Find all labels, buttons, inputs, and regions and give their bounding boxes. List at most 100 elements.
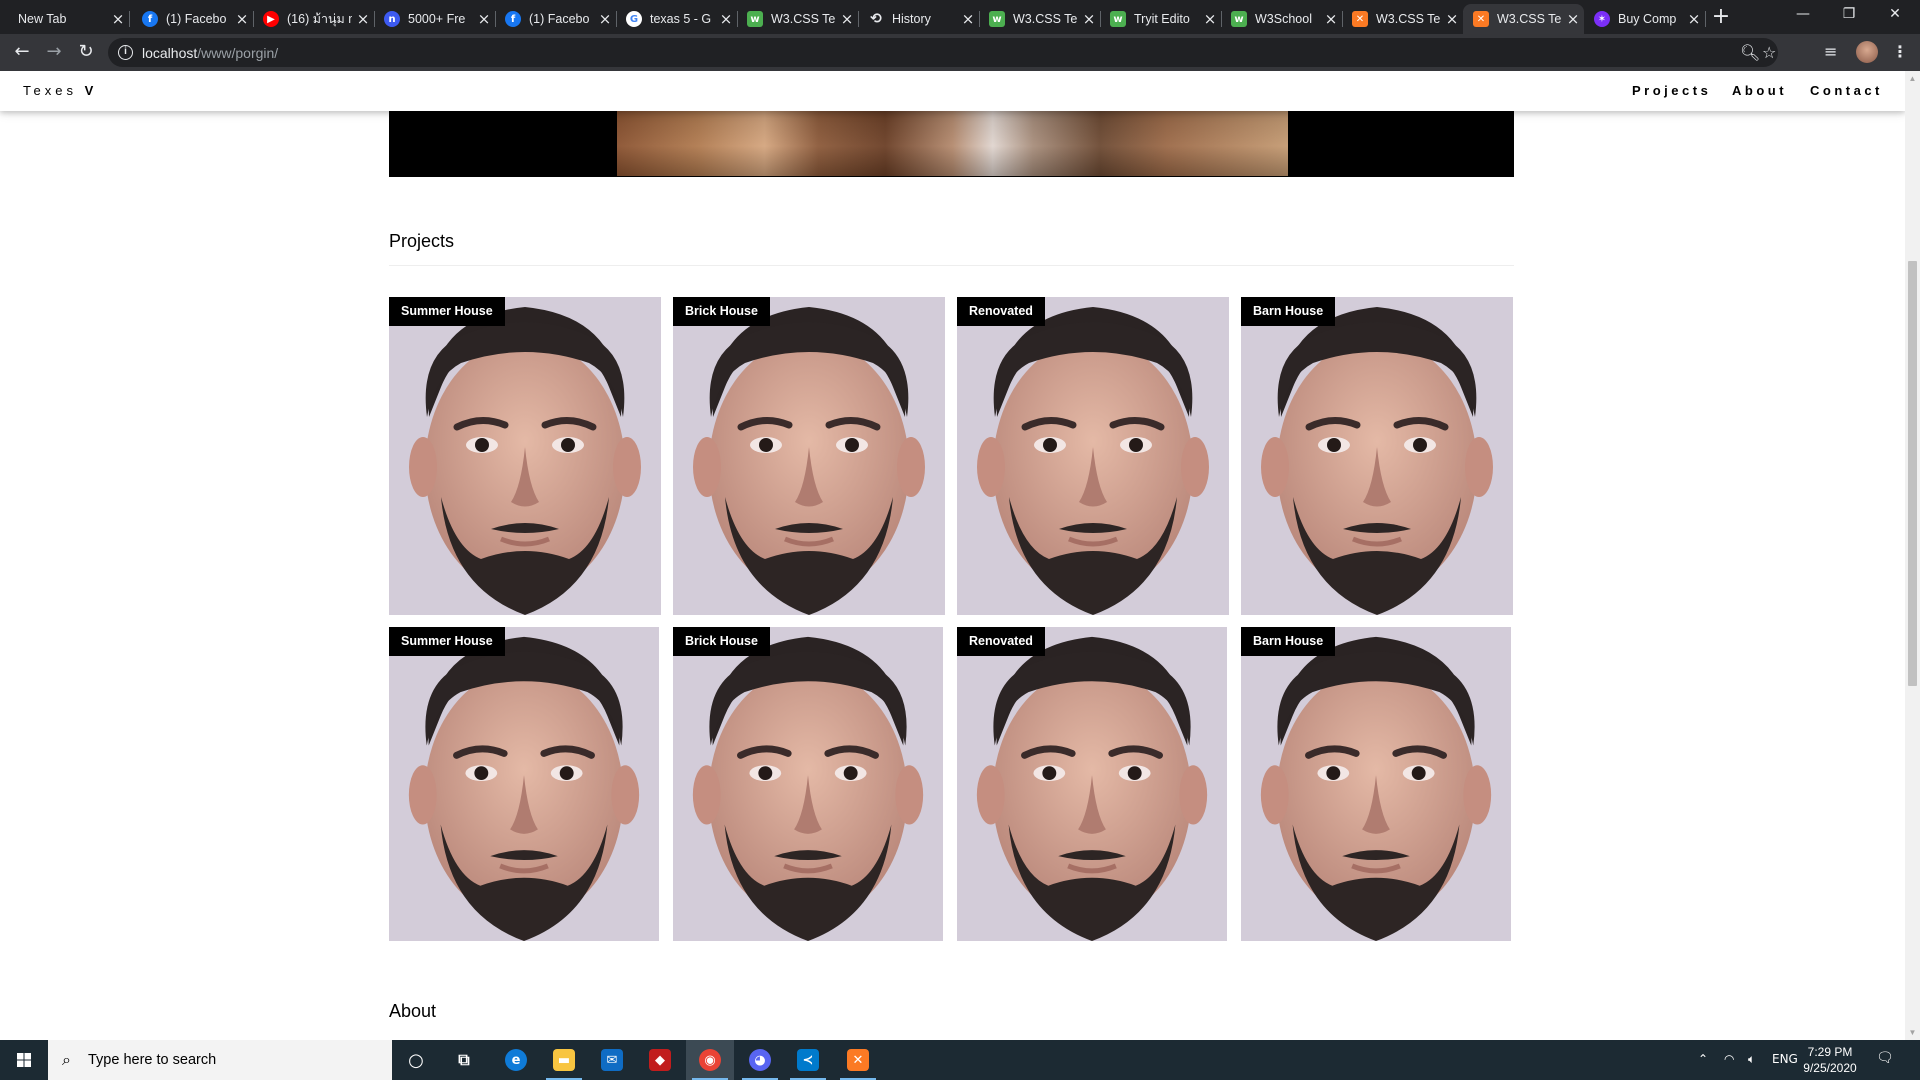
project-card[interactable]: Brick House [673, 297, 945, 615]
chrome-icon: ◉ [699, 1049, 721, 1071]
portrait-photo [957, 297, 1229, 615]
start-button[interactable] [0, 1040, 48, 1080]
tab-close-icon[interactable]: × [1320, 10, 1342, 28]
browser-tab[interactable]: ✶ Buy Comp × [1584, 4, 1706, 34]
nav-link-contact[interactable]: Contact [1810, 83, 1883, 98]
taskbar-app[interactable]: ⧉ [440, 1040, 488, 1080]
browser-tab[interactable]: w Tryit Edito × [1100, 4, 1222, 34]
tab-close-icon[interactable]: × [1078, 10, 1100, 28]
taskbar-app[interactable]: ◆ [636, 1040, 684, 1080]
close-window-button[interactable]: ✕ [1872, 0, 1918, 30]
media-controls-icon[interactable]: ≡ [1824, 42, 1837, 61]
tab-close-icon[interactable]: × [836, 10, 858, 28]
project-card-label: Renovated [957, 627, 1045, 656]
project-card[interactable]: Summer House [389, 297, 661, 615]
address-url[interactable]: localhost/www/porgin/ [142, 45, 278, 61]
browser-tab[interactable]: ⟲ History × [858, 4, 980, 34]
project-card-label: Summer House [389, 627, 505, 656]
browser-tab[interactable]: w W3School × [1221, 4, 1343, 34]
site-info-icon[interactable]: i [118, 45, 133, 60]
menu-kebab-icon[interactable]: ⋮ [1892, 42, 1908, 61]
tab-close-icon[interactable]: × [1683, 10, 1705, 28]
w3schools-icon: w [1110, 11, 1126, 27]
browser-tab[interactable]: w W3.CSS Te × [737, 4, 859, 34]
tab-close-icon[interactable]: × [1441, 10, 1463, 28]
mail-icon: ✉ [601, 1049, 623, 1071]
browser-tab[interactable]: Gtexas 5 - G × [616, 4, 738, 34]
youtube-icon: ▶ [263, 11, 279, 27]
taskbar-app[interactable]: ◉ [686, 1040, 734, 1080]
nav-link-projects[interactable]: Projects [1632, 83, 1711, 98]
browser-tab[interactable]: ✕ W3.CSS Te × [1342, 4, 1464, 34]
profile-avatar[interactable] [1856, 41, 1878, 63]
browser-tab[interactable]: f (1) Facebo × [132, 4, 254, 34]
portrait-photo [673, 297, 945, 615]
tab-title: History [892, 12, 931, 26]
new-tab-button[interactable]: + [1709, 6, 1733, 30]
vscode-icon: ≺ [797, 1049, 819, 1071]
project-card[interactable]: Renovated [957, 627, 1227, 941]
taskbar-app[interactable]: ◕ [736, 1040, 784, 1080]
game-app-icon: ◆ [649, 1049, 671, 1071]
tab-title: (16) ม้านุ่ม n [287, 12, 352, 26]
tab-close-icon[interactable]: × [1199, 10, 1221, 28]
project-card[interactable]: Summer House [389, 627, 659, 941]
clock-time: 7:29 PM [1807, 1045, 1853, 1059]
taskbar-app[interactable]: ✉ [588, 1040, 636, 1080]
reload-button[interactable]: ↻ [72, 39, 100, 67]
taskbar-search-box[interactable]: ⌕ Type here to search [48, 1040, 392, 1080]
forward-button[interactable]: → [40, 39, 68, 67]
project-card[interactable]: Barn House [1241, 627, 1511, 941]
show-hidden-icons-chevron-icon[interactable]: ⌃ [1698, 1052, 1708, 1066]
tab-title: W3.CSS Te [1376, 12, 1441, 26]
tab-close-icon[interactable]: × [352, 10, 374, 28]
tab-close-icon[interactable]: × [715, 10, 737, 28]
taskbar-app[interactable]: ✕ [834, 1040, 882, 1080]
nav-link-about[interactable]: About [1732, 83, 1787, 98]
project-card[interactable]: Brick House [673, 627, 943, 941]
address-bar[interactable]: i localhost/www/porgin/ 🔍︎ ☆ [108, 38, 1778, 67]
tab-close-icon[interactable]: × [594, 10, 616, 28]
w3schools-icon: w [747, 11, 763, 27]
site-brand[interactable]: Texes V [23, 83, 97, 98]
taskbar-app[interactable]: ○ [392, 1040, 440, 1080]
page-scrollbar[interactable]: ▲ ▼ [1905, 71, 1920, 1040]
browser-tab[interactable]: n 5000+ Fre × [374, 4, 496, 34]
project-card[interactable]: Barn House [1241, 297, 1513, 615]
project-card[interactable]: Renovated [957, 297, 1229, 615]
wifi-icon[interactable]: ◠ [1724, 1052, 1734, 1066]
browser-tab[interactable]: w W3.CSS Te × [979, 4, 1101, 34]
project-card-label: Renovated [957, 297, 1045, 326]
tab-close-icon[interactable]: × [107, 10, 129, 28]
tab-close-icon[interactable]: × [473, 10, 495, 28]
browser-tab[interactable]: ✕ W3.CSS Te × [1463, 4, 1584, 34]
taskbar-app[interactable]: ▬ [540, 1040, 588, 1080]
n-logo-icon: n [384, 11, 400, 27]
system-clock[interactable]: 7:29 PM 9/25/2020 [1790, 1044, 1870, 1076]
tab-close-icon[interactable]: × [957, 10, 979, 28]
taskbar-app[interactable]: ≺ [784, 1040, 832, 1080]
project-card-label: Brick House [673, 627, 770, 656]
scroll-down-arrow[interactable]: ▼ [1905, 1025, 1920, 1040]
browser-tab[interactable]: New Tab × [8, 4, 130, 34]
tab-close-icon[interactable]: × [231, 10, 253, 28]
restore-button[interactable]: ❐ [1826, 0, 1872, 30]
taskbar-app[interactable]: e [492, 1040, 540, 1080]
tab-close-icon[interactable]: × [1562, 10, 1584, 28]
bookmark-star-icon[interactable]: ☆ [1762, 43, 1776, 62]
search-icon: ⌕ [62, 1050, 71, 1069]
task-view-icon: ⧉ [458, 1050, 470, 1069]
browser-tab[interactable]: f (1) Facebo × [495, 4, 617, 34]
project-card-label: Barn House [1241, 297, 1336, 326]
scroll-up-arrow[interactable]: ▲ [1905, 71, 1920, 86]
back-button[interactable]: ← [8, 39, 36, 67]
zoom-icon[interactable]: 🔍︎ [1740, 43, 1760, 62]
scrollbar-thumb[interactable] [1908, 261, 1917, 686]
portrait-photo [389, 627, 659, 941]
notification-center-icon[interactable]: 🗨︎ [1876, 1050, 1896, 1070]
shop-icon: ✶ [1594, 11, 1610, 27]
browser-tab[interactable]: ▶ (16) ม้านุ่ม n × [253, 4, 375, 34]
volume-icon[interactable]: 🔈︎ [1748, 1052, 1755, 1067]
minimize-button[interactable]: — [1780, 0, 1826, 30]
windows-taskbar: ⌕ Type here to search ⌃ ◠ 🔈︎ ENG 7:29 PM… [0, 1040, 1920, 1080]
